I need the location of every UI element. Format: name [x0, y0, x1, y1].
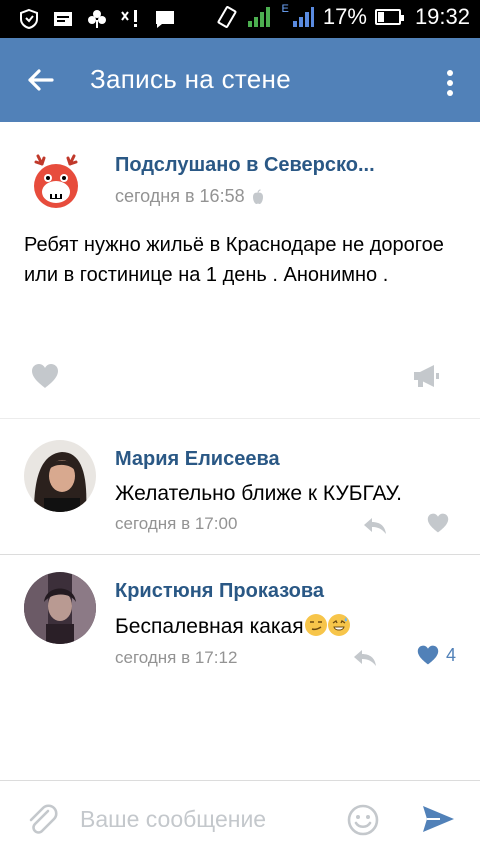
battery-percent: 17% [322, 4, 367, 29]
message-input[interactable] [80, 799, 330, 839]
heart-icon [427, 513, 449, 533]
more-options-button[interactable] [438, 62, 462, 102]
smirk-emoji-icon [304, 614, 327, 636]
comment-author-link[interactable]: Мария Елисеева [115, 448, 280, 471]
network-type-label: E [281, 3, 289, 15]
post-time: сегодня в 16:58 [115, 186, 245, 206]
post-share-button[interactable] [412, 362, 442, 390]
community-avatar[interactable] [24, 150, 88, 214]
app-notification-icon [121, 10, 137, 27]
signal-strength-icon-2 [292, 7, 314, 27]
deer-mascot-icon [24, 150, 88, 214]
reply-icon [354, 650, 376, 666]
commenter-avatar[interactable] [24, 440, 96, 512]
post-meta: сегодня в 16:58 [115, 186, 265, 207]
message-notification-icon [54, 12, 72, 26]
post-body: Ребят нужно жильё в Краснодаре не дорого… [24, 234, 444, 286]
chat-notification-icon [156, 11, 174, 28]
clock: 19:32 [414, 4, 470, 29]
comment-reply-button[interactable] [352, 646, 378, 668]
send-arrow-icon [423, 806, 454, 832]
heart-filled-icon [417, 645, 439, 665]
commenter-avatar[interactable] [24, 572, 96, 644]
comment-text-row: Беспалевная какая [115, 614, 350, 639]
sweat-smile-emoji-icon [327, 614, 350, 636]
comment-like-button[interactable] [426, 512, 456, 534]
comment-item: Кристюня Проказова Беспалевная какая сег… [0, 554, 480, 694]
comment-text: Беспалевная какая [115, 615, 304, 638]
user-photo-icon [24, 440, 96, 512]
attach-button[interactable] [26, 803, 58, 837]
message-composer [0, 780, 480, 854]
comment-time: сегодня в 17:00 [115, 514, 238, 533]
rotate-phone-icon [217, 6, 237, 28]
paperclip-icon [29, 804, 58, 834]
post-like-button[interactable] [30, 362, 60, 390]
comment-text: Желательно ближе к КУБГАУ. [115, 482, 402, 505]
comment-item: Мария Елисеева Желательно ближе к КУБГАУ… [0, 418, 480, 554]
send-button[interactable] [420, 803, 456, 835]
comment-like-count: 4 [446, 644, 457, 665]
comment-reply-button[interactable] [362, 514, 388, 536]
app-header: Запись на стене [0, 38, 480, 122]
status-bar: E 17% 19:32 [0, 0, 480, 38]
smiley-icon [347, 804, 379, 836]
signal-strength-icon [247, 7, 270, 27]
reply-icon [364, 518, 386, 534]
heart-icon [32, 364, 58, 388]
wall-post: Подслушано в Северско... сегодня в 16:58… [0, 122, 480, 418]
apple-icon [252, 188, 263, 204]
arrow-left-icon [28, 69, 54, 91]
megaphone-icon [414, 365, 439, 387]
page-title: Запись на стене [90, 64, 291, 94]
post-author-link[interactable]: Подслушано в Северско... [115, 154, 375, 177]
clover-icon [88, 10, 106, 28]
comment-like-button[interactable]: 4 [416, 644, 456, 666]
comment-time: сегодня в 17:12 [115, 648, 238, 667]
back-button[interactable] [20, 60, 60, 100]
battery-icon [374, 9, 404, 25]
comment-author-link[interactable]: Кристюня Проказова [115, 580, 324, 603]
emoji-button[interactable] [346, 803, 380, 837]
user-photo-icon [24, 572, 96, 644]
shield-icon [20, 8, 38, 30]
